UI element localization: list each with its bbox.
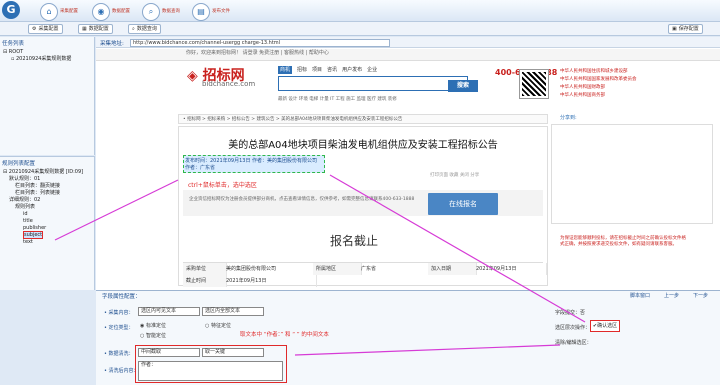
arrow-2 — [329, 174, 586, 323]
arrow-3 — [294, 344, 561, 356]
arrow-1 — [54, 179, 179, 241]
annotation-arrows — [54, 174, 586, 356]
